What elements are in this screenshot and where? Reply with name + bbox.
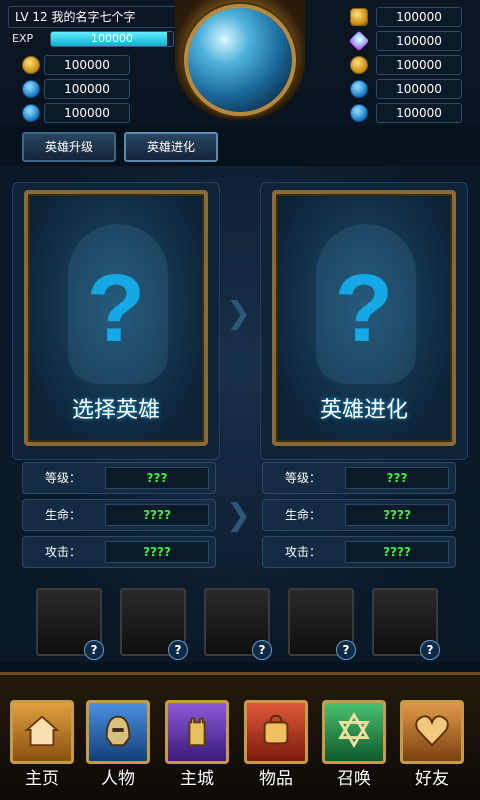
stat-value: ??? bbox=[345, 467, 449, 489]
star-of-david-icon bbox=[338, 711, 370, 749]
nav-summon-label: 召唤 bbox=[337, 769, 371, 789]
currency-right-3: 100000 bbox=[376, 55, 462, 75]
stat-label: 等级： bbox=[284, 471, 321, 485]
crystal-orb[interactable] bbox=[184, 4, 296, 116]
tab-hero-upgrade[interactable]: 英雄升级 bbox=[22, 132, 116, 162]
nav-character-button[interactable] bbox=[86, 700, 150, 764]
stat-row-level-right: 等级： ??? bbox=[262, 462, 456, 494]
question-mark-icon: ? bbox=[86, 255, 146, 362]
exp-label: EXP bbox=[12, 32, 34, 45]
nav-items-label: 物品 bbox=[259, 769, 293, 789]
gold-coin-icon bbox=[350, 56, 368, 74]
stat-label: 等级： bbox=[44, 471, 81, 485]
gold-bag-icon bbox=[350, 8, 368, 26]
currency-right-4: 100000 bbox=[376, 79, 462, 99]
exp-value: 100000 bbox=[91, 32, 133, 45]
nav-character-label: 人物 bbox=[101, 769, 135, 789]
nav-home-button[interactable] bbox=[10, 700, 74, 764]
nav-items-button[interactable] bbox=[244, 700, 308, 764]
backpack-icon bbox=[263, 714, 289, 745]
stat-value: ???? bbox=[345, 504, 449, 526]
evolved-hero-label: 英雄进化 bbox=[319, 398, 408, 423]
currency-left-3: 100000 bbox=[44, 103, 130, 123]
stat-label: 攻击： bbox=[284, 545, 321, 559]
stat-value: ???? bbox=[105, 504, 209, 526]
nav-friends-button[interactable] bbox=[400, 700, 464, 764]
nav-summon-button[interactable] bbox=[322, 700, 386, 764]
arrow-right-icon: ❯ bbox=[226, 296, 252, 331]
currency-left-1: 100000 bbox=[44, 55, 130, 75]
stat-label: 攻击： bbox=[44, 545, 81, 559]
stat-row-hp-right: 生命： ???? bbox=[262, 499, 456, 531]
currency-right-5: 100000 bbox=[376, 103, 462, 123]
heart-icon bbox=[415, 715, 449, 747]
currency-right-1: 100000 bbox=[376, 7, 462, 27]
help-icon[interactable]: ? bbox=[336, 640, 356, 660]
stat-value: ???? bbox=[345, 541, 449, 563]
stat-row-attack-right: 攻击： ???? bbox=[262, 536, 456, 568]
currency-right-2: 100000 bbox=[376, 31, 462, 51]
evolved-hero-card[interactable]: ? 英雄进化 bbox=[272, 190, 456, 446]
player-level-name: LV 12 我的名字七个字 bbox=[8, 6, 178, 28]
select-hero-label: 选择英雄 bbox=[71, 398, 160, 423]
blue-orb-icon bbox=[22, 104, 40, 122]
nav-castle-label: 主城 bbox=[180, 769, 214, 789]
stat-value: ??? bbox=[105, 467, 209, 489]
help-icon[interactable]: ? bbox=[420, 640, 440, 660]
select-hero-card[interactable]: ? 选择英雄 bbox=[24, 190, 208, 446]
house-icon bbox=[24, 715, 60, 747]
stat-row-level-left: 等级： ??? bbox=[22, 462, 216, 494]
currency-left-2: 100000 bbox=[44, 79, 130, 99]
tab-hero-evolve[interactable]: 英雄进化 bbox=[124, 132, 218, 162]
castle-tower-icon bbox=[188, 717, 206, 747]
nav-home-label: 主页 bbox=[25, 769, 59, 789]
nav-friends-label: 好友 bbox=[415, 769, 449, 789]
arrow-right-icon: ❯ bbox=[226, 498, 252, 533]
question-mark-icon: ? bbox=[334, 255, 394, 362]
help-icon[interactable]: ? bbox=[84, 640, 104, 660]
helmet-icon bbox=[105, 715, 131, 747]
blue-orb-icon bbox=[22, 80, 40, 98]
help-icon[interactable]: ? bbox=[168, 640, 188, 660]
help-icon[interactable]: ? bbox=[252, 640, 272, 660]
blue-orb-icon bbox=[350, 104, 368, 122]
blue-orb-icon bbox=[350, 80, 368, 98]
gold-coin-icon bbox=[22, 56, 40, 74]
nav-castle-button[interactable] bbox=[165, 700, 229, 764]
stat-label: 生命： bbox=[44, 508, 81, 522]
stat-row-hp-left: 生命： ???? bbox=[22, 499, 216, 531]
stat-value: ???? bbox=[105, 541, 209, 563]
stat-row-attack-left: 攻击： ???? bbox=[22, 536, 216, 568]
stat-label: 生命： bbox=[284, 508, 321, 522]
